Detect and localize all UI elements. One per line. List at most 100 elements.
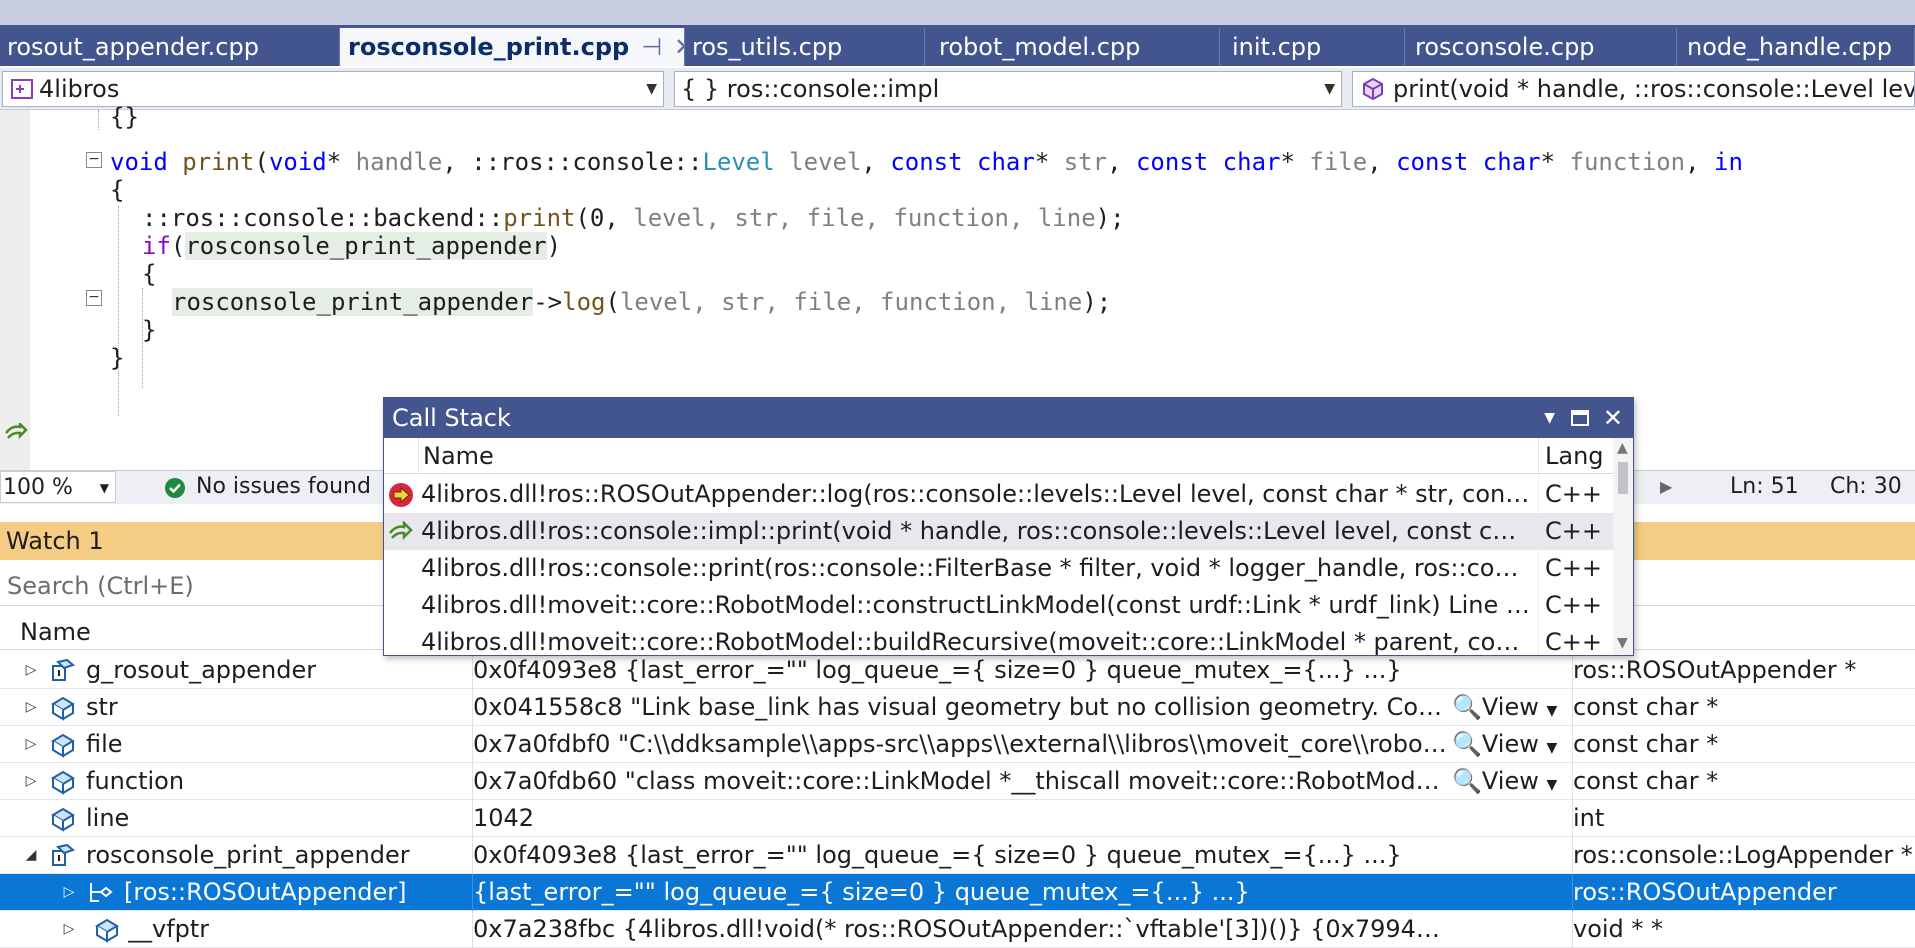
code-line: { bbox=[110, 176, 125, 204]
watch-row-selected[interactable]: ▷ [ros::ROSOutAppender] {last_error_="" … bbox=[0, 874, 1915, 911]
watch-row[interactable]: ▷ __vfptr 0x7a238fbc {4libros.dll!void(*… bbox=[0, 911, 1915, 948]
maximize-icon[interactable] bbox=[1571, 410, 1589, 426]
tab-label: rosconsole.cpp bbox=[1415, 33, 1595, 61]
call-stack-title-bar[interactable]: Call Stack ▼ ✕ bbox=[384, 398, 1633, 438]
base-class-icon bbox=[90, 883, 113, 902]
tab-label: rosconsole_print.cpp bbox=[348, 33, 630, 61]
watch-value: 0x0f4093e8 {last_error_="" log_queue_={ … bbox=[472, 652, 1447, 689]
tab-rosout-appender[interactable]: rosout_appender.cpp bbox=[0, 28, 340, 66]
field-icon bbox=[51, 807, 75, 832]
next-statement-arrow-icon bbox=[5, 423, 28, 440]
call-stack-window[interactable]: Call Stack ▼ ✕ Name Lang 4libros.dll!ros… bbox=[383, 397, 1634, 656]
window-top-band bbox=[0, 0, 1915, 28]
expand-icon[interactable]: ▷ bbox=[62, 874, 76, 911]
field-icon bbox=[51, 770, 75, 795]
view-visualizer-button[interactable]: 🔍View ▼ bbox=[1452, 689, 1562, 730]
watch-value: 1042 bbox=[472, 800, 1447, 837]
close-icon[interactable]: ✕ bbox=[1603, 398, 1623, 438]
chevron-down-icon[interactable]: ▼ bbox=[646, 72, 657, 106]
watch-row[interactable]: ◢ rosconsole_print_appender 0x0f4093e8 {… bbox=[0, 837, 1915, 874]
view-visualizer-button[interactable]: 🔍View ▼ bbox=[1452, 726, 1562, 767]
column-name-header[interactable]: Name bbox=[20, 614, 91, 650]
call-stack-scrollbar[interactable]: ▲ ▼ bbox=[1613, 438, 1633, 655]
watch-name: str bbox=[86, 693, 118, 721]
project-icon bbox=[11, 79, 33, 99]
scroll-up-icon[interactable]: ▲ bbox=[1617, 440, 1628, 456]
watch-value: 0x041558c8 "Link base_link has visual ge… bbox=[472, 689, 1447, 726]
collapse-icon[interactable]: ◢ bbox=[24, 837, 38, 874]
frame-language: C++ bbox=[1538, 513, 1613, 550]
magnifier-icon: 🔍 bbox=[1452, 767, 1482, 795]
tab-node-handle[interactable]: node_handle.cpp bbox=[1677, 28, 1915, 66]
field-icon bbox=[51, 733, 75, 758]
watch-name: rosconsole_print_appender bbox=[86, 841, 410, 869]
close-icon[interactable]: ✕ bbox=[674, 28, 684, 66]
chevron-down-icon[interactable]: ▼ bbox=[1324, 72, 1335, 106]
tab-rosconsole-print[interactable]: rosconsole_print.cpp ⊣ ✕ bbox=[340, 28, 685, 66]
code-line: {} bbox=[110, 103, 139, 131]
watch-name: file bbox=[86, 730, 123, 758]
call-stack-row[interactable]: 4libros.dll!moveit::core::RobotModel::bu… bbox=[384, 624, 1613, 655]
watch-title: Watch 1 bbox=[6, 527, 104, 555]
member-dropdown[interactable]: print(void * handle, ::ros::console::Lev… bbox=[1352, 71, 1915, 107]
watch-type: const char * bbox=[1572, 763, 1915, 800]
expand-icon[interactable]: ▷ bbox=[62, 911, 76, 948]
call-stack-row[interactable]: 4libros.dll!ros::console::print(ros::con… bbox=[384, 550, 1613, 587]
watch-value: 0x7a0fdb60 "class moveit::core::LinkMode… bbox=[472, 763, 1447, 800]
pin-icon[interactable]: ⊣ bbox=[641, 28, 662, 66]
expand-icon[interactable]: ▷ bbox=[24, 689, 38, 726]
tab-robot-model[interactable]: robot_model.cpp bbox=[925, 28, 1220, 66]
expand-icon[interactable]: ▷ bbox=[24, 726, 38, 763]
expand-icon[interactable]: ▷ bbox=[24, 652, 38, 689]
project-dropdown[interactable]: 4libros ▼ bbox=[2, 71, 664, 107]
member-name: print(void * handle, ::ros::console::Lev… bbox=[1393, 75, 1915, 103]
scope-name: { } ros::console::impl bbox=[681, 75, 940, 103]
document-tab-strip: rosout_appender.cpp rosconsole_print.cpp… bbox=[0, 28, 1915, 66]
watch-row[interactable]: line 1042 int bbox=[0, 800, 1915, 837]
tab-label: ros_utils.cpp bbox=[692, 33, 843, 61]
call-stack-row[interactable]: 4libros.dll!moveit::core::RobotModel::co… bbox=[384, 587, 1613, 624]
call-stack-column-header: Name Lang bbox=[384, 438, 1613, 474]
call-stack-row-current[interactable]: 4libros.dll!ros::ROSOutAppender::log(ros… bbox=[384, 476, 1613, 513]
column-language-header[interactable]: Lang bbox=[1538, 438, 1604, 474]
watch-type: void * * bbox=[1572, 911, 1915, 948]
tab-label: robot_model.cpp bbox=[939, 33, 1141, 61]
watch-row[interactable]: ▷ function 0x7a0fdb60 "class moveit::cor… bbox=[0, 763, 1915, 800]
watch-value: 0x7a238fbc {4libros.dll!void(* ros::ROSO… bbox=[472, 911, 1447, 948]
watch-value: 0x7a0fdbf0 "C:\\ddksample\\apps-src\\app… bbox=[472, 726, 1447, 763]
frame-language: C++ bbox=[1538, 587, 1613, 624]
tab-rosconsole[interactable]: rosconsole.cpp bbox=[1405, 28, 1677, 66]
expand-icon[interactable]: ▷ bbox=[24, 763, 38, 800]
watch-type: const char * bbox=[1572, 726, 1915, 763]
call-stack-row[interactable]: 4libros.dll!ros::console::impl::print(vo… bbox=[384, 513, 1613, 550]
scope-dropdown[interactable]: { } ros::console::impl ▼ bbox=[674, 71, 1342, 107]
zoom-dropdown[interactable]: 100 % ▼ bbox=[0, 471, 116, 503]
scrollbar-thumb[interactable] bbox=[1618, 462, 1628, 494]
column-name-header[interactable]: Name bbox=[418, 438, 494, 474]
call-stack-title: Call Stack bbox=[392, 404, 511, 432]
collapse-toggle[interactable]: − bbox=[86, 290, 102, 306]
field-icon bbox=[95, 918, 119, 943]
tab-label: rosout_appender.cpp bbox=[7, 33, 259, 61]
watch-row[interactable]: ▷ g_rosout_appender 0x0f4093e8 {last_err… bbox=[0, 652, 1915, 689]
chevron-down-icon[interactable]: ▼ bbox=[100, 472, 109, 504]
watch-name: [ros::ROSOutAppender] bbox=[124, 878, 407, 906]
tab-init[interactable]: init.cpp bbox=[1220, 28, 1405, 66]
watch-row[interactable]: ▷ file 0x7a0fdbf0 "C:\\ddksample\\apps-s… bbox=[0, 726, 1915, 763]
code-line: } bbox=[110, 344, 125, 372]
collapse-toggle[interactable]: − bbox=[86, 152, 102, 168]
return-arrow-icon bbox=[389, 521, 413, 541]
dropdown-menu-icon[interactable]: ▼ bbox=[1544, 398, 1555, 438]
issues-status[interactable]: No issues found bbox=[196, 471, 371, 503]
code-line-signature: void print(void* handle, ::ros::console:… bbox=[110, 148, 1743, 176]
search-placeholder: Search (Ctrl+E) bbox=[7, 572, 194, 600]
method-icon bbox=[1363, 77, 1383, 101]
tab-ros-utils[interactable]: ros_utils.cpp bbox=[685, 28, 925, 66]
watch-row[interactable]: ▷ str 0x041558c8 "Link base_link has vis… bbox=[0, 689, 1915, 726]
frame-name: 4libros.dll!ros::ROSOutAppender::log(ros… bbox=[421, 480, 1531, 508]
chevron-down-icon: ▼ bbox=[1546, 703, 1558, 719]
scroll-down-icon[interactable]: ▼ bbox=[1617, 635, 1628, 651]
view-visualizer-button[interactable]: 🔍View ▼ bbox=[1452, 763, 1562, 804]
watch-type: const char * bbox=[1572, 689, 1915, 726]
scroll-right-icon[interactable]: ▶ bbox=[1660, 471, 1672, 503]
